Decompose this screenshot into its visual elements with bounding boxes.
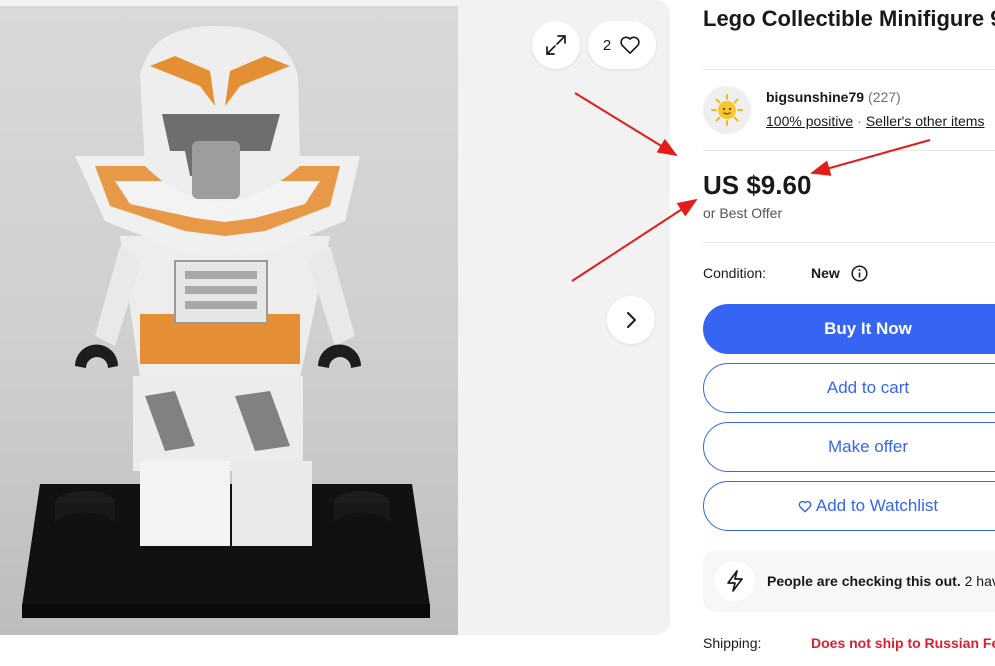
social-proof-text: People are checking this out. 2 have add… xyxy=(767,573,995,589)
minifigure-image xyxy=(0,6,458,635)
add-to-watchlist-button[interactable]: Add to Watchlist xyxy=(703,481,995,531)
divider xyxy=(703,242,995,243)
lightning-icon xyxy=(715,561,755,601)
seller-links: 100% positive · Seller's other items xyxy=(766,113,984,129)
seller-avatar[interactable] xyxy=(703,86,751,134)
positive-feedback-link[interactable]: 100% positive xyxy=(766,113,853,129)
divider xyxy=(703,150,995,151)
item-title: Lego Collectible Minifigure 9 xyxy=(703,6,995,31)
separator: · xyxy=(857,113,862,129)
social-proof-rest: 2 have added this to their watchlist. xyxy=(964,573,995,589)
condition-value: New xyxy=(811,265,840,281)
shipping-value: Does not ship to Russian Federation xyxy=(811,635,995,651)
sun-avatar-icon xyxy=(711,94,743,126)
expand-icon xyxy=(546,35,566,55)
heart-icon xyxy=(798,500,812,512)
watch-count: 2 xyxy=(602,36,612,54)
social-proof-bold: People are checking this out. xyxy=(767,573,961,589)
divider xyxy=(703,69,995,70)
add-to-cart-button[interactable]: Add to cart xyxy=(703,363,995,413)
social-proof-banner: People are checking this out. 2 have add… xyxy=(703,550,995,612)
watch-heart-button[interactable]: 2 xyxy=(588,21,656,69)
item-price: US $9.60 xyxy=(703,170,812,200)
seller-username[interactable]: bigsunshine79 xyxy=(766,89,864,105)
seller-other-items-link[interactable]: Seller's other items xyxy=(866,113,985,129)
heart-icon xyxy=(620,36,640,54)
shipping-label: Shipping: xyxy=(703,635,762,651)
product-photo[interactable] xyxy=(0,6,458,635)
fullscreen-button[interactable] xyxy=(532,21,580,69)
info-icon[interactable] xyxy=(851,265,868,282)
item-info-panel: Lego Collectible Minifigure 9 bigsunshin… xyxy=(703,0,995,666)
seller-feedback-count: (227) xyxy=(868,89,901,105)
seller-name[interactable]: bigsunshine79 (227) xyxy=(766,89,901,105)
condition-label: Condition: xyxy=(703,265,767,281)
buy-it-now-button[interactable]: Buy It Now xyxy=(703,304,995,354)
make-offer-button[interactable]: Make offer xyxy=(703,422,995,472)
best-offer-text: or Best Offer xyxy=(703,205,783,221)
next-image-button[interactable] xyxy=(607,296,655,344)
chevron-right-icon xyxy=(627,312,636,328)
add-to-watchlist-label: Add to Watchlist xyxy=(815,496,939,515)
image-gallery: 2 xyxy=(0,0,670,635)
